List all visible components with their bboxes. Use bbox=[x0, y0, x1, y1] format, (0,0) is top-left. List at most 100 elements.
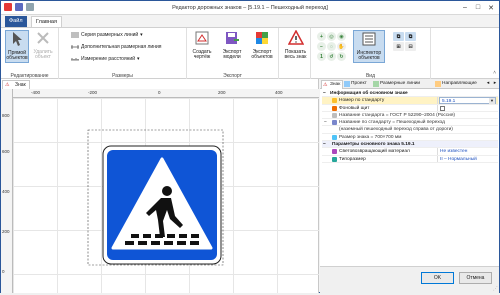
property-value[interactable]: Не известен bbox=[440, 149, 467, 154]
measure-distance-label: Измерение расстояний bbox=[81, 56, 136, 62]
series-lines-label: Серия размерных линий bbox=[81, 32, 139, 38]
tab-sign[interactable]: ⚠ Знак bbox=[321, 80, 344, 89]
ruler-icon bbox=[71, 58, 79, 61]
ruler-label: 800 bbox=[2, 113, 10, 118]
dimension-lines-icon bbox=[373, 81, 379, 87]
zoom-window-icon[interactable]: ◌ bbox=[327, 42, 336, 51]
property-name: (наземный пешеходный переход справа от д… bbox=[339, 127, 453, 133]
tab-project[interactable]: Проект bbox=[343, 80, 369, 89]
ribbon-tabs: Файл Главная bbox=[1, 16, 499, 27]
tab-guides[interactable]: Направляющие bbox=[434, 80, 479, 89]
properties-panel: ⚠ Знак Проект Размерные линии Направляющ… bbox=[320, 79, 499, 293]
measure-distance-button[interactable]: Измерение расстояний ▾ bbox=[71, 56, 140, 62]
layout-icon[interactable]: ⊟ bbox=[405, 42, 416, 51]
chevron-down-icon: ▾ bbox=[140, 32, 143, 38]
dimension-series-icon bbox=[71, 32, 79, 38]
background-shield-checkbox[interactable] bbox=[440, 105, 445, 111]
tab-project-label: Проект bbox=[351, 81, 367, 86]
property-row[interactable]: Фоновый щит bbox=[322, 104, 498, 112]
chevron-left-icon[interactable]: ◂ bbox=[485, 80, 491, 88]
extra-line-label: Дополнительная размерная линия bbox=[81, 44, 162, 50]
export-objects-button[interactable]: Экспорт объектов bbox=[248, 30, 276, 61]
export-objects-label: Экспорт объектов bbox=[251, 48, 273, 60]
chevron-down-icon[interactable]: ▼ bbox=[489, 98, 495, 105]
show-all-sign-button[interactable]: Показать весь знак bbox=[282, 29, 309, 61]
tab-dimension-lines[interactable]: Размерные линии bbox=[372, 80, 422, 89]
pan-icon[interactable]: ✋ bbox=[337, 42, 346, 51]
extra-line-button[interactable]: Дополнительная размерная линия bbox=[71, 44, 162, 50]
property-row[interactable]: Световозвращающий материал Не известен bbox=[322, 148, 498, 156]
zoom-100-icon[interactable]: 1 bbox=[317, 52, 326, 61]
dialog-buttons: OK Отмена ⋰ bbox=[320, 266, 499, 293]
project-icon bbox=[344, 81, 350, 87]
property-row: (наземный пешеходный переход справа от д… bbox=[322, 126, 498, 134]
property-row: Название стандарта = ГОСТ Р 52290–2004 (… bbox=[322, 112, 498, 120]
minimize-button[interactable]: – bbox=[459, 2, 471, 13]
object-inspector-button[interactable]: Инспектор объектов bbox=[353, 30, 385, 63]
ruler-label: 0 bbox=[2, 269, 5, 274]
material-icon bbox=[332, 149, 337, 155]
app-window: Редактор дорожных знаков – [5.19.1 – Пеш… bbox=[0, 0, 500, 293]
delete-object-label: Удалить объект bbox=[33, 48, 53, 60]
chevron-right-icon[interactable]: ▸ bbox=[492, 80, 498, 88]
close-button[interactable]: ✕ bbox=[485, 2, 497, 13]
standard-number-value: 5.19.1 bbox=[442, 98, 456, 104]
export-model-button[interactable]: Экспорт модели bbox=[218, 30, 246, 61]
layout-icon[interactable]: ⊞ bbox=[393, 42, 404, 51]
property-name: Фоновый щит bbox=[339, 105, 370, 111]
zoom-in-icon[interactable]: + bbox=[317, 32, 326, 41]
tab-guides-label: Направляющие bbox=[442, 81, 477, 86]
standard-number-select[interactable]: 5.19.1 ▼ bbox=[439, 97, 496, 105]
show-all-sign-label: Показать весь знак bbox=[284, 48, 307, 60]
property-row: Размер знака = 700×700 мм bbox=[322, 134, 498, 142]
zoom-out-icon[interactable]: − bbox=[317, 42, 326, 51]
collapse-ribbon-icon[interactable]: ˄ bbox=[493, 70, 496, 76]
expand-icon[interactable]: − bbox=[324, 119, 330, 125]
property-row[interactable]: Типоразмер II – Нормальный bbox=[322, 155, 498, 163]
ruler-label: 0 bbox=[158, 90, 161, 95]
series-lines-button[interactable]: Серия размерных линий ▾ bbox=[71, 32, 143, 38]
background-shield-icon bbox=[332, 105, 337, 111]
maximize-button[interactable]: □ bbox=[472, 2, 484, 13]
tab-file[interactable]: Файл bbox=[5, 16, 27, 27]
document-tab[interactable]: ⚠ Знак bbox=[2, 80, 30, 89]
property-name: Типоразмер bbox=[339, 156, 366, 162]
group-sizes: Серия размерных линий ▾ Дополнительная р… bbox=[59, 28, 187, 80]
create-drawing-button[interactable]: Создать чертёж bbox=[188, 30, 216, 61]
tab-home[interactable]: Главная bbox=[31, 16, 62, 27]
select-objects-label: Прямой объектов bbox=[6, 49, 28, 61]
layout-icon[interactable]: ⧉ bbox=[393, 32, 404, 41]
tab-scroll: ◂ ▸ bbox=[485, 80, 498, 88]
property-row: − Название по стандарту = Пешеходный пер… bbox=[322, 119, 498, 127]
drawing-canvas[interactable] bbox=[13, 98, 319, 293]
object-inspector-label: Инспектор объектов bbox=[356, 49, 382, 61]
warning-sign-icon bbox=[287, 29, 304, 45]
ruler-label: 400 bbox=[275, 90, 283, 95]
ok-button[interactable]: OK bbox=[421, 272, 454, 284]
layout-icon[interactable]: ⧉ bbox=[405, 32, 416, 41]
tab-dimension-lines-label: Размерные линии bbox=[380, 81, 421, 86]
zoom-next-icon[interactable]: ↻ bbox=[337, 52, 346, 61]
tab-sign-label: Знак bbox=[330, 82, 341, 87]
zoom-controls: + ◎ ◉ − ◌ ✋ 1 ↺ ↻ bbox=[317, 32, 346, 61]
zoom-page-icon[interactable]: ◉ bbox=[337, 32, 346, 41]
select-objects-button[interactable]: Прямой объектов bbox=[5, 30, 29, 63]
vertical-ruler: 800 600 400 200 0 bbox=[1, 89, 13, 293]
warning-sign-icon: ⚠ bbox=[323, 82, 328, 88]
property-row[interactable]: Номер по стандарту 5.19.1 ▼ bbox=[322, 97, 498, 105]
category-params[interactable]: − Параметры основного знака 5.19.1 bbox=[322, 141, 498, 149]
cancel-button[interactable]: Отмена bbox=[459, 272, 492, 284]
zoom-fit-icon[interactable]: ◎ bbox=[327, 32, 336, 41]
delete-object-button[interactable]: Удалить объект bbox=[31, 30, 55, 61]
document-tab-label: Знак bbox=[15, 82, 26, 88]
collapse-icon[interactable]: − bbox=[323, 90, 329, 96]
property-value[interactable]: II – Нормальный bbox=[440, 157, 477, 162]
panel-tabs: ⚠ Знак Проект Размерные линии Направляющ… bbox=[320, 79, 499, 89]
resize-grip-icon[interactable]: ⋰ bbox=[493, 286, 498, 292]
category-params-label: Параметры основного знака 5.19.1 bbox=[332, 142, 415, 148]
zoom-previous-icon[interactable]: ↺ bbox=[327, 52, 336, 61]
column-separator bbox=[437, 104, 438, 111]
layout-buttons: ⧉ ⧉ ⊞ ⊟ bbox=[393, 32, 416, 51]
column-separator bbox=[437, 97, 438, 104]
category-info[interactable]: − Информация об основном знаке bbox=[322, 90, 498, 98]
